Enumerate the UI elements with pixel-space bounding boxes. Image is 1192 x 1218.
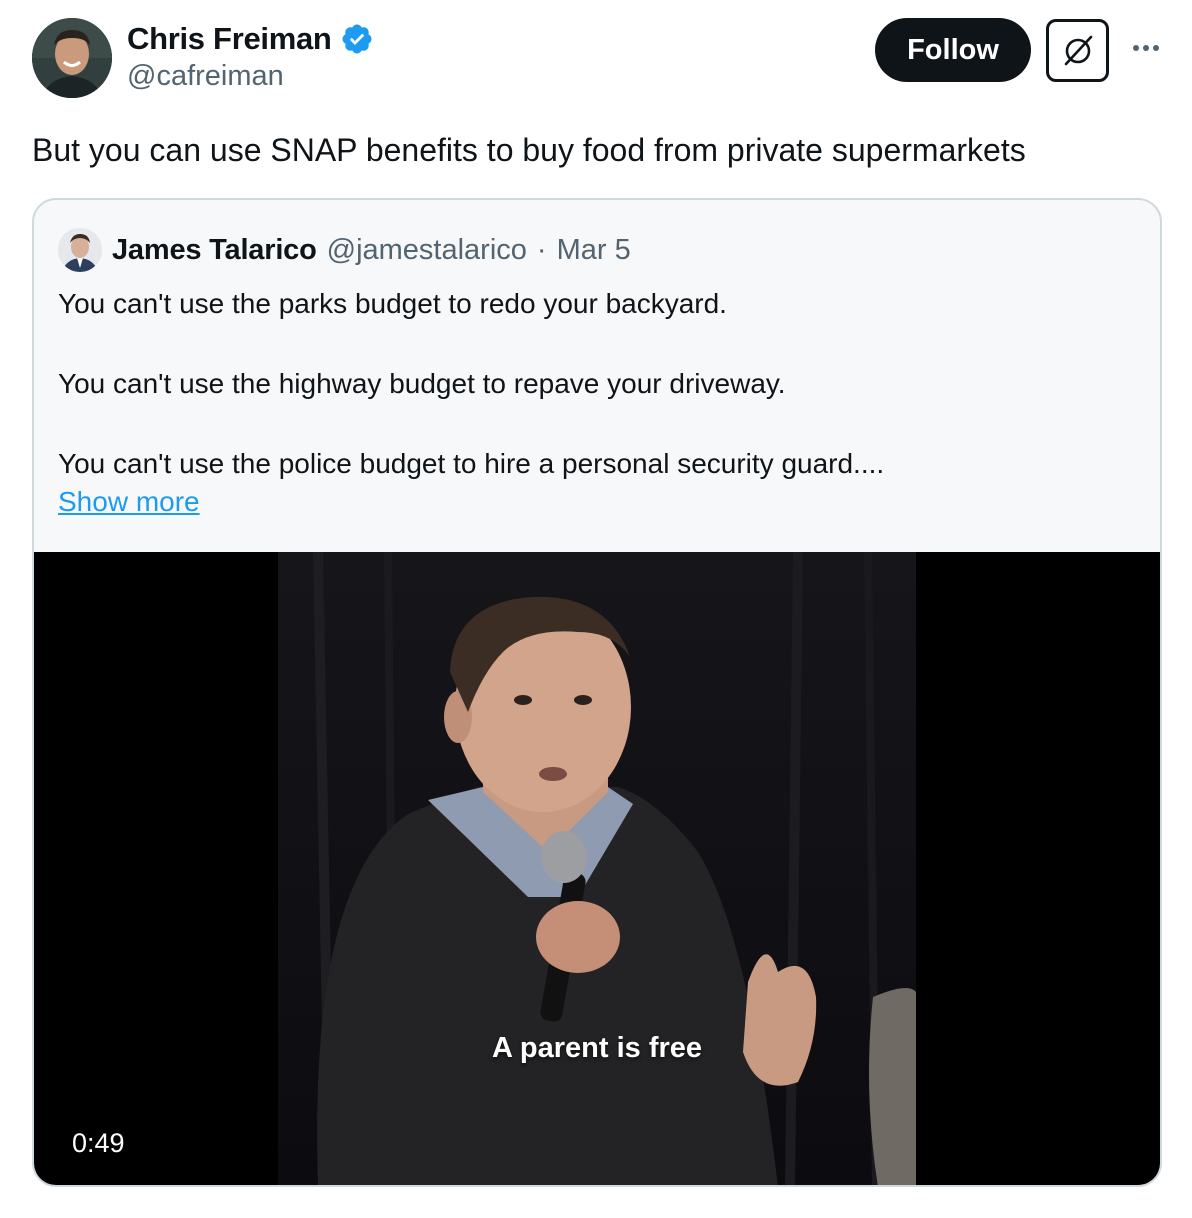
tweet-card: Chris Freiman @cafreiman Follow But you …	[0, 0, 1192, 1218]
more-icon	[1133, 45, 1139, 51]
tweet-text: But you can use SNAP benefits to buy foo…	[32, 132, 1026, 168]
verified-badge-icon	[342, 24, 372, 54]
video-caption: A parent is free	[491, 1032, 703, 1064]
show-more-link[interactable]: Show more	[58, 482, 200, 522]
quoted-author-avatar[interactable]	[58, 228, 102, 272]
author-handle[interactable]: @cafreiman	[127, 60, 284, 93]
more-icon	[1153, 45, 1159, 51]
author-avatar[interactable]	[32, 18, 112, 98]
quoted-author-handle[interactable]: @jamestalarico	[327, 234, 527, 267]
quoted-tweet-header: James Talarico @jamestalarico · Mar 5	[58, 228, 631, 272]
quoted-tweet-paragraph: You can't use the police budget to hire …	[58, 448, 885, 479]
quoted-author-name[interactable]: James Talarico	[112, 234, 317, 267]
header-separator: ·	[536, 233, 547, 266]
video-player[interactable]: A parent is free 0:49	[34, 552, 1160, 1185]
more-icon	[1143, 45, 1149, 51]
grok-icon	[1064, 35, 1092, 65]
quoted-tweet-paragraph: You can't use the highway budget to repa…	[58, 368, 786, 399]
grok-button[interactable]	[1046, 19, 1109, 82]
follow-button[interactable]: Follow	[875, 18, 1031, 82]
more-button[interactable]	[1124, 30, 1168, 66]
quoted-tweet-body: You can't use the parks budget to redo y…	[58, 284, 1138, 484]
quoted-tweet-date[interactable]: Mar 5	[557, 234, 631, 267]
video-thumbnail	[278, 552, 916, 1185]
quoted-tweet[interactable]: James Talarico @jamestalarico · Mar 5 Yo…	[32, 198, 1162, 1187]
author-name[interactable]: Chris Freiman	[127, 21, 332, 57]
author-name-row[interactable]: Chris Freiman	[127, 18, 374, 60]
video-duration-badge: 0:49	[58, 1122, 139, 1164]
quoted-tweet-paragraph: You can't use the parks budget to redo y…	[58, 288, 727, 319]
